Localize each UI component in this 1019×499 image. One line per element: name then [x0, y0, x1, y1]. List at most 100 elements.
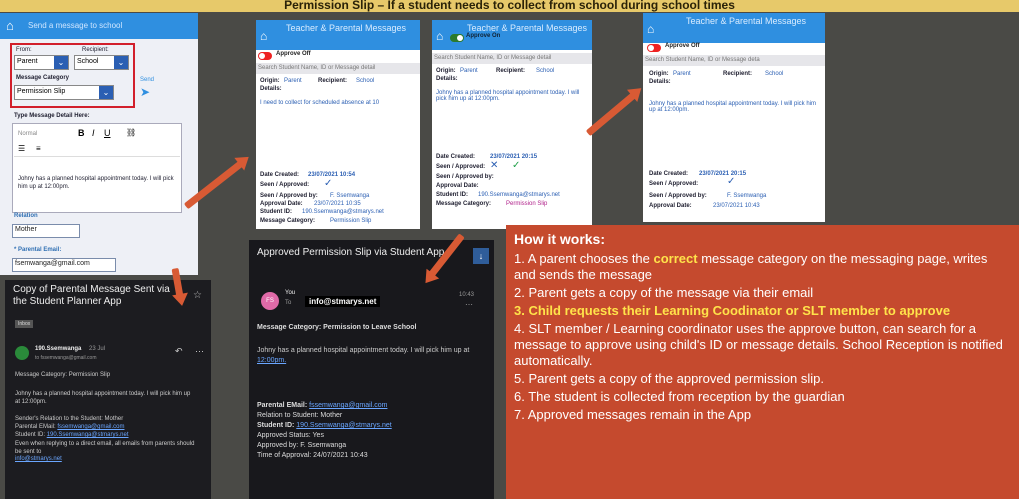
recipient-value: School [765, 71, 784, 77]
seenby-value: F. Ssemwanga [727, 193, 767, 199]
to-address: info@stmarys.net [305, 296, 381, 307]
rte-toolbar: Normal B I U ⛓ ☰ ≡ [14, 127, 180, 157]
origin-label: Origin: [649, 71, 669, 77]
reject-icon[interactable]: ✕ [490, 160, 498, 171]
chevron-down-icon: ⌄ [54, 56, 68, 69]
parental-email-link[interactable]: fssemwanga@gmail.com [57, 424, 124, 430]
origin-value: Parent [673, 71, 691, 77]
student-id-link[interactable]: 190.Ssemwanga@stmarys.net [296, 422, 391, 429]
step-text: The student is collected from reception … [528, 389, 845, 404]
send-icon[interactable]: ➤ [140, 85, 150, 99]
more-icon[interactable]: ⋯ [465, 300, 473, 309]
date-label: Date Created: [436, 154, 476, 160]
relation-field[interactable]: Mother [12, 224, 80, 238]
search-input[interactable]: Search Student Name, ID or Message deta [643, 55, 825, 66]
from-name: You [285, 290, 296, 296]
sender-to: to fssemwanga@gmail.com [35, 355, 97, 361]
step-number: 5. [514, 371, 525, 386]
time-link[interactable]: 12:00pm. [257, 357, 286, 364]
recipient-value: School [77, 58, 99, 65]
link-icon[interactable]: ⛓ [126, 128, 136, 137]
category-value: Permission Slip [506, 201, 548, 207]
student-id-link[interactable]: 190.Ssemwanga@stmarys.net [47, 432, 129, 438]
reply-icon[interactable]: ↶ [175, 346, 183, 357]
email-note: Even when replying to a direct email, al… [15, 441, 195, 455]
step-number: 4. [514, 321, 525, 336]
search-input[interactable]: Search Student Name, ID or Message detai… [256, 63, 420, 74]
sender-name: 190.Ssemwanga [35, 346, 82, 352]
approval-date-label: Approval Date: [260, 201, 303, 207]
approved-email-panel: Approved Permission Slip via Student App… [249, 240, 494, 499]
recipient-label: Recipient: [318, 78, 348, 84]
seenby-value: F. Ssemwanga [330, 193, 370, 199]
approve-toggle[interactable] [450, 34, 464, 42]
from-select[interactable]: Parent ⌄ [14, 55, 69, 70]
seen-label: Seen / Approved: [649, 181, 699, 187]
align-icon[interactable]: ☰ [18, 144, 25, 153]
star-icon[interactable]: ☆ [193, 290, 202, 301]
email-body: Johny has a planned hospital appointment… [15, 391, 191, 405]
email-id-line: Student ID: 190.Ssemwanga@stmarys.net [15, 432, 129, 438]
step-text: Parent gets a copy of the approved permi… [528, 371, 825, 386]
home-icon[interactable]: ⌂ [6, 18, 14, 33]
email-category-line: Message Category: Permission Slip [15, 372, 111, 378]
step-number: 1. [514, 251, 525, 266]
recipient-select[interactable]: School ⌄ [74, 55, 129, 70]
card-title: Teacher & Parental Messages [256, 20, 420, 50]
underline-icon[interactable]: U [104, 128, 111, 138]
email-subject: Approved Permission Slip via Student App [257, 247, 445, 258]
page-title: Permission Slip – If a student needs to … [0, 0, 1019, 12]
approve-icon[interactable]: ✓ [512, 160, 520, 171]
details-value: I need to collect for scheduled absence … [260, 100, 380, 106]
category-select[interactable]: Permission Slip ⌄ [14, 85, 114, 100]
step-5: 5. Parent gets a copy of the approved pe… [514, 371, 1011, 387]
email-field[interactable]: fsemwanga@gmail.com [12, 258, 116, 272]
approve-toggle[interactable] [258, 52, 272, 60]
approve-label: Approve Off [665, 43, 700, 49]
parental-email-line: Parental EMail: fssemwanga@gmail.com [257, 402, 387, 409]
email-email-label: Parental EMail: [15, 424, 56, 430]
student-id-value: 190.Ssemwanga@stmarys.net [478, 192, 560, 198]
home-icon[interactable]: ⌂ [260, 29, 267, 43]
origin-label: Origin: [260, 78, 280, 84]
recipient-value: School [536, 68, 555, 74]
inbox-tag: Inbox [15, 320, 34, 328]
origin-value: Parent [460, 68, 478, 74]
send-label: Send [140, 77, 155, 83]
note-address-link[interactable]: info@stmarys.net [15, 456, 62, 462]
search-input[interactable]: Search Student Name, ID or Message detai… [432, 53, 592, 64]
student-id-label: Student ID: [257, 422, 295, 429]
italic-icon[interactable]: I [92, 128, 95, 138]
font-select[interactable]: Normal [18, 131, 37, 137]
student-id-label: Student ID: [436, 192, 468, 198]
parental-email-link[interactable]: fssemwanga@gmail.com [309, 402, 387, 409]
bold-icon[interactable]: B [78, 128, 85, 138]
home-icon[interactable]: ⌂ [647, 22, 654, 36]
category-value: Permission Slip [330, 218, 372, 224]
send-message-form: ⌂ Send a message to school From: Recipie… [0, 13, 198, 275]
card-title: Teacher & Parental Messages [643, 13, 825, 43]
step-4: 4. SLT member / Learning coordinator use… [514, 321, 1011, 369]
step-text: A parent chooses the [527, 251, 654, 266]
seenby-label: Seen / Approved by: [436, 174, 494, 180]
message-card-2: Teacher & Parental Messages ⌂ Approve On… [432, 20, 592, 229]
email-category-line: Message Category: Permission to Leave Sc… [257, 324, 417, 331]
approval-date-value: 23/07/2021 10:43 [713, 203, 760, 209]
relation-label: Relation [14, 213, 38, 219]
avatar: FS [261, 292, 279, 310]
step-number: 2. [514, 285, 525, 300]
how-title: How it works: [514, 231, 606, 247]
list-icon[interactable]: ≡ [36, 144, 41, 153]
step-emphasis: correct [653, 251, 698, 266]
student-id-line: Student ID: 190.Ssemwanga@stmarys.net [257, 422, 392, 429]
more-icon[interactable]: ⋯ [195, 346, 204, 357]
download-icon[interactable]: ↓ [473, 248, 489, 264]
step-number: 3. [514, 303, 525, 318]
student-id-value: 190.Ssemwanga@stmarys.net [302, 209, 384, 215]
sender-time: 23 Jul [89, 346, 106, 352]
home-icon[interactable]: ⌂ [436, 29, 443, 43]
student-id-label: Student ID: [260, 209, 292, 215]
approve-toggle[interactable] [647, 44, 661, 52]
step-text: Approved messages remain in the App [527, 407, 752, 422]
step-number: 7. [514, 407, 525, 422]
